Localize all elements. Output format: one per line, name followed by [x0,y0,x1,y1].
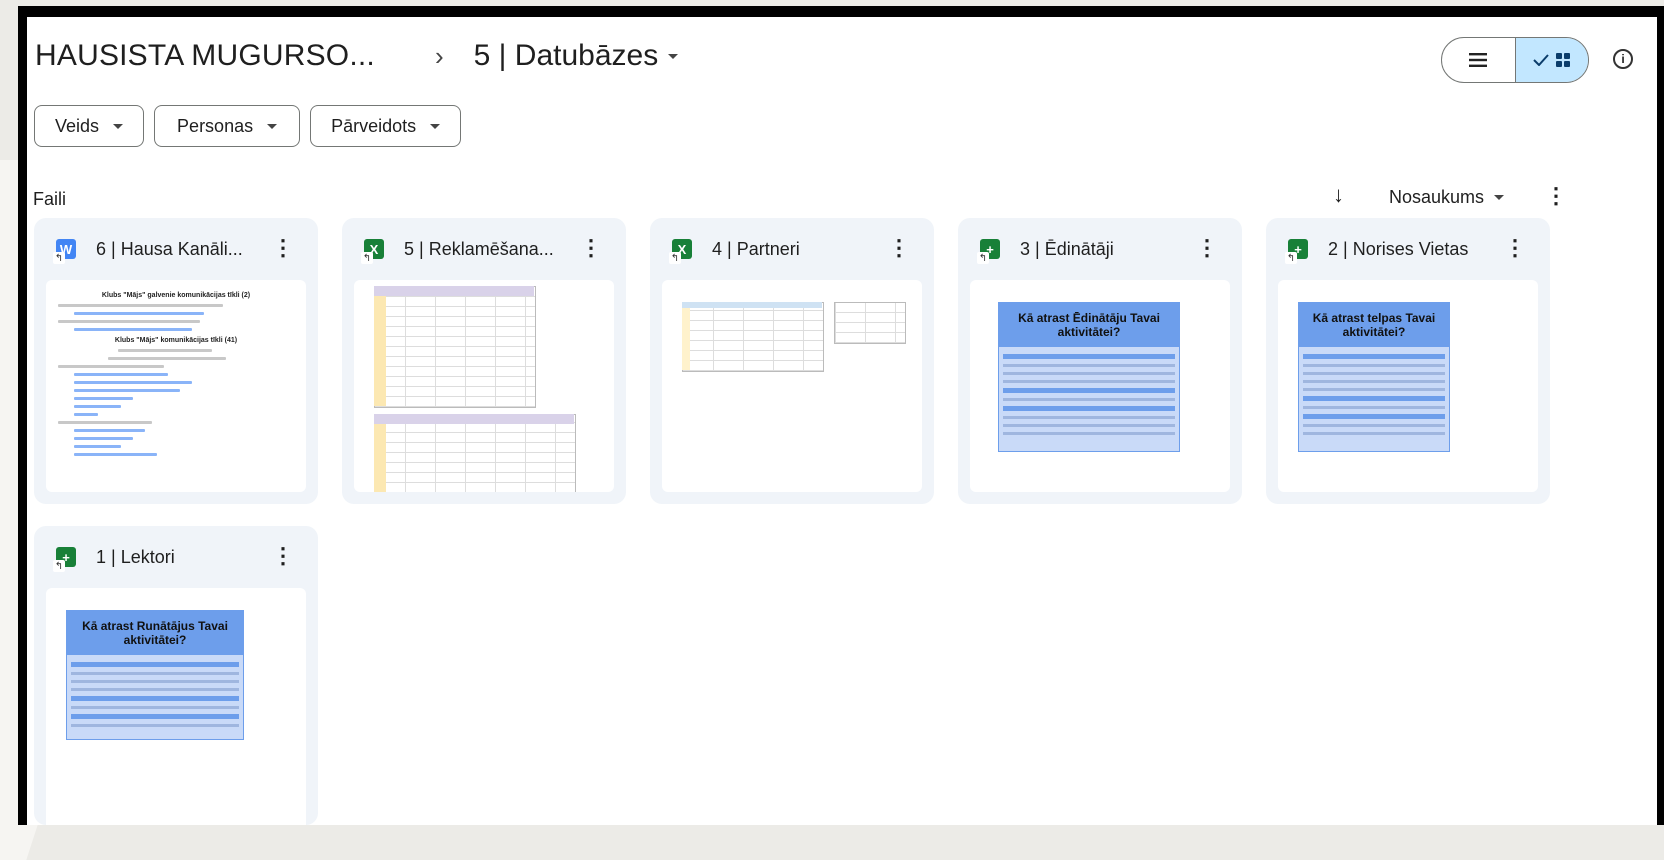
file-thumbnail [662,280,922,492]
file-card[interactable]: + ↰ 3 | Ēdinātāji ⋮ Kā atrast Ēdinātāju … [958,218,1242,504]
breadcrumb-current-folder[interactable]: 5 | Datubāzes [474,39,679,73]
filter-chip-people[interactable]: Personas [154,105,301,147]
breadcrumb-root[interactable]: HAUSISTA MUGURSO... [35,39,375,73]
file-title: 5 | Reklamēšana... [404,239,554,259]
file-card[interactable]: + ↰ 1 | Lektori ⋮ Kā atrast Runātājus Ta… [34,526,318,825]
breadcrumb: HAUSISTA MUGURSO... › 5 | Datubāzes [35,39,679,73]
sort-direction-button[interactable]: ↓ [1333,182,1344,208]
file-card[interactable]: W ↰ 6 | Hausa Kanāli... ⋮ Klubs "Mājs" g… [34,218,318,504]
file-title: 1 | Lektori [96,547,175,567]
shortcut-icon: ↰ [53,560,65,572]
list-icon [1469,53,1488,67]
shortcut-icon: ↰ [53,252,65,264]
more-options-icon[interactable]: ⋮ [272,235,294,261]
shortcut-icon: ↰ [1285,252,1297,264]
chevron-down-icon [430,123,441,129]
file-title: 2 | Norises Vietas [1328,239,1469,259]
grid-view-button[interactable] [1514,38,1588,82]
thumb-heading: Klubs "Mājs" komunikācijas tīkli (41) [114,337,238,344]
thumb-heading: Klubs "Mājs" galvenie komunikācijas tīkl… [101,292,251,299]
file-card[interactable]: X ↰ 4 | Partneri ⋮ [650,218,934,504]
thumb-title: Kā atrast telpas Tavai aktivitātei? [1299,303,1449,347]
check-icon [1533,54,1549,66]
current-folder-label: 5 | Datubāzes [473,39,659,72]
file-thumbnail [354,280,614,492]
file-thumbnail: Kā atrast telpas Tavai aktivitātei? [1278,280,1538,492]
more-options-icon[interactable]: ⋮ [580,235,602,261]
file-thumbnail: Klubs "Mājs" galvenie komunikācijas tīkl… [46,280,306,492]
file-title: 6 | Hausa Kanāli... [96,239,243,259]
file-card[interactable]: X ↰ 5 | Reklamēšana... ⋮ [342,218,626,504]
file-thumbnail: Kā atrast Ēdinātāju Tavai aktivitātei? [970,280,1230,492]
info-icon[interactable]: i [1613,49,1633,69]
breadcrumb-separator-icon: › [434,40,444,71]
more-options-icon[interactable]: ⋮ [1196,235,1218,261]
file-title: 3 | Ēdinātāji [1020,239,1114,259]
chevron-down-icon [1494,195,1505,200]
thumb-title: Kā atrast Ēdinātāju Tavai aktivitātei? [999,303,1179,347]
more-options-icon[interactable]: ⋮ [888,235,910,261]
filter-chips: Veids Personas Pārveidots [34,105,462,147]
file-thumbnail: Kā atrast Runātājus Tavai aktivitātei? [46,588,306,825]
view-toggle [1441,37,1589,83]
shortcut-icon: ↰ [669,252,681,264]
more-options-icon[interactable]: ⋮ [272,543,294,569]
list-view-button[interactable] [1442,38,1515,82]
chip-label: Veids [55,115,100,136]
sort-by-button[interactable]: Nosaukums [1389,187,1505,208]
grid-icon [1555,53,1570,67]
file-title: 4 | Partneri [712,239,800,259]
filter-chip-modified[interactable]: Pārveidots [310,105,462,147]
more-options-icon[interactable]: ⋮ [1504,235,1526,261]
shortcut-icon: ↰ [361,252,373,264]
sort-label: Nosaukums [1389,187,1485,207]
filter-chip-type[interactable]: Veids [34,105,145,147]
chevron-down-icon [267,123,278,129]
chevron-down-icon [113,123,124,129]
chip-label: Pārveidots [331,115,417,136]
shortcut-icon: ↰ [977,252,989,264]
thumb-title: Kā atrast Runātājus Tavai aktivitātei? [67,611,243,655]
chevron-down-icon [668,53,679,59]
chip-label: Personas [177,115,254,136]
file-card[interactable]: + ↰ 2 | Norises Vietas ⋮ Kā atrast telpa… [1266,218,1550,504]
drive-window: HAUSISTA MUGURSO... › 5 | Datubāzes i Ve… [27,17,1657,825]
section-title: Faili [33,189,67,209]
more-options-icon[interactable]: ⋮ [1545,183,1567,209]
